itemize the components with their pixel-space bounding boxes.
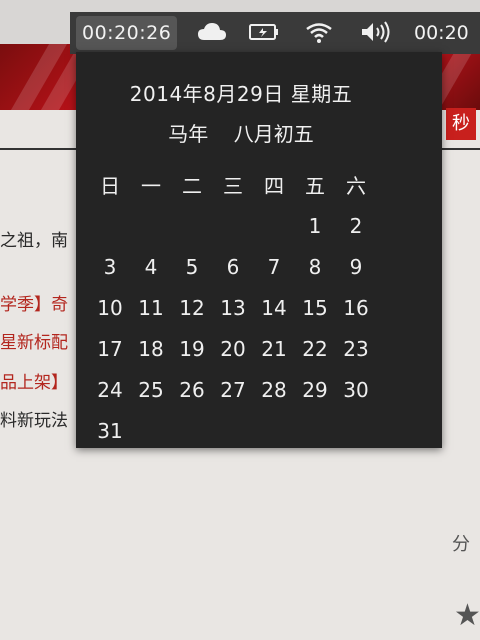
seckill-badge[interactable]: 秒: [446, 108, 476, 140]
news-link[interactable]: 品上架】: [0, 368, 68, 393]
weekday-header: 六: [346, 174, 366, 198]
calendar-day[interactable]: 2: [336, 206, 376, 246]
calendar-day[interactable]: 17: [90, 329, 130, 369]
lunar-date-label: 马年 八月初五: [168, 122, 314, 146]
news-link[interactable]: 星新标配: [0, 328, 68, 353]
weekday-header: 一: [141, 174, 161, 198]
star-icon[interactable]: ★: [454, 598, 480, 633]
calendar-day[interactable]: 10: [90, 288, 130, 328]
calendar-day[interactable]: 26: [172, 370, 212, 410]
calendar-popup: 2014年8月29日 星期五 马年 八月初五 日一二三四五六1234567891…: [76, 52, 442, 448]
calendar-day[interactable]: 9: [336, 247, 376, 287]
top-panel: 00:20:26 00:20: [70, 12, 480, 54]
calendar-day[interactable]: 14: [254, 288, 294, 328]
share-button[interactable]: 分: [452, 530, 470, 556]
calendar-day[interactable]: 19: [172, 329, 212, 369]
calendar-day[interactable]: 29: [295, 370, 335, 410]
session-clock[interactable]: 00:20: [414, 16, 469, 50]
calendar-day[interactable]: 30: [336, 370, 376, 410]
calendar-day[interactable]: 4: [131, 247, 171, 287]
calendar-day[interactable]: 3: [90, 247, 130, 287]
volume-icon[interactable]: [360, 20, 392, 44]
calendar-day[interactable]: 21: [254, 329, 294, 369]
calendar-day[interactable]: 25: [131, 370, 171, 410]
news-link[interactable]: 之祖，南: [0, 226, 68, 251]
weekday-header: 三: [223, 174, 243, 198]
calendar-day[interactable]: 11: [131, 288, 171, 328]
cloud-icon[interactable]: [196, 20, 228, 44]
weekday-header: 二: [182, 174, 202, 198]
calendar-day[interactable]: 6: [213, 247, 253, 287]
calendar-day[interactable]: 24: [90, 370, 130, 410]
clock-indicator[interactable]: 00:20:26: [76, 16, 178, 50]
calendar-day[interactable]: 22: [295, 329, 335, 369]
news-link[interactable]: 学季】奇: [0, 290, 68, 315]
battery-icon[interactable]: [248, 22, 280, 42]
weekday-header: 日: [100, 174, 120, 198]
news-link[interactable]: 料新玩法: [0, 406, 68, 431]
calendar-day[interactable]: 16: [336, 288, 376, 328]
calendar-day[interactable]: 27: [213, 370, 253, 410]
calendar-day[interactable]: 12: [172, 288, 212, 328]
calendar-day[interactable]: 23: [336, 329, 376, 369]
wifi-icon[interactable]: [304, 20, 334, 44]
calendar-day[interactable]: 7: [254, 247, 294, 287]
calendar-day[interactable]: 20: [213, 329, 253, 369]
calendar-day[interactable]: 15: [295, 288, 335, 328]
weekday-header: 五: [305, 174, 325, 198]
calendar-day[interactable]: 31: [90, 411, 130, 451]
calendar-day[interactable]: 5: [172, 247, 212, 287]
weekday-header: 四: [264, 174, 284, 198]
calendar-day[interactable]: 8: [295, 247, 335, 287]
calendar-day[interactable]: 1: [295, 206, 335, 246]
calendar-day[interactable]: 28: [254, 370, 294, 410]
full-date-label: 2014年8月29日 星期五: [129, 82, 353, 106]
calendar-day[interactable]: 18: [131, 329, 171, 369]
calendar-day[interactable]: 13: [213, 288, 253, 328]
